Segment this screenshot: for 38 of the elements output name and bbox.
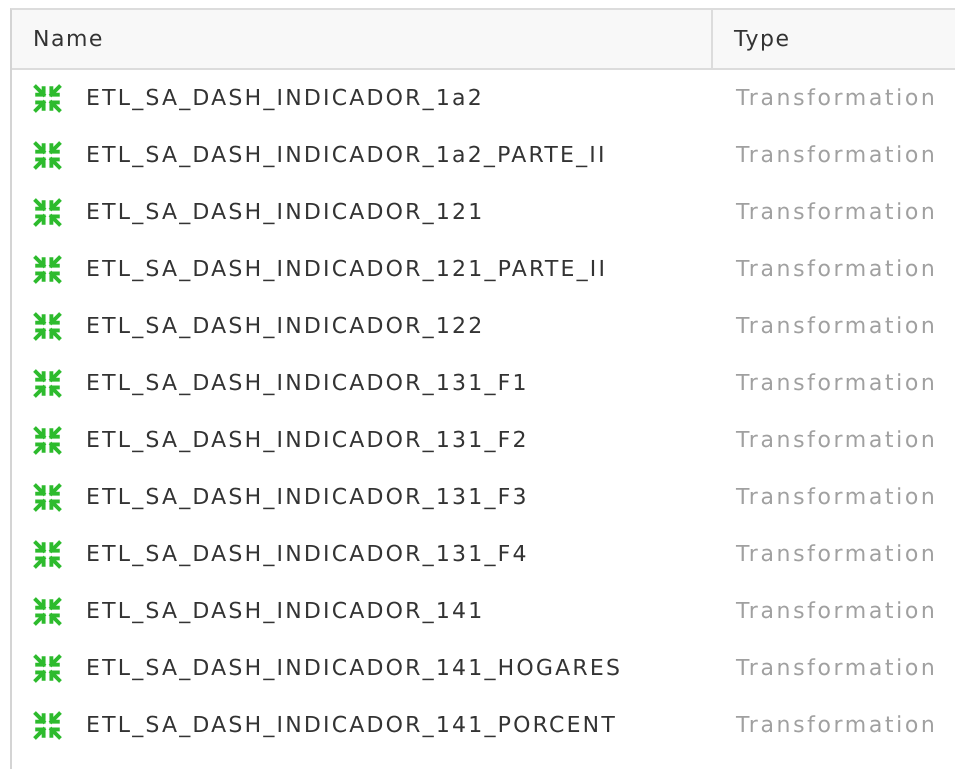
- file-name[interactable]: ETL_SA_DASH_INDICADOR_131_F3: [86, 485, 529, 510]
- file-type: Transformation: [735, 542, 938, 567]
- file-name[interactable]: ETL_SA_DASH_INDICADOR_141_HOGARES: [86, 656, 622, 681]
- file-type: Transformation: [735, 200, 938, 225]
- transformation-icon: [32, 254, 63, 285]
- file-name[interactable]: ETL_SA_DASH_INDICADOR_131_F4: [86, 542, 529, 567]
- column-header[interactable]: Type: [734, 26, 791, 52]
- column-header[interactable]: Name: [33, 26, 104, 52]
- file-type: Transformation: [735, 713, 938, 738]
- file-type: Transformation: [735, 371, 938, 396]
- transformation-icon: [32, 539, 63, 570]
- transformation-icon: [32, 653, 63, 684]
- transformation-icon: [32, 197, 63, 228]
- file-type: Transformation: [735, 428, 938, 453]
- file-name[interactable]: ETL_SA_DASH_INDICADOR_131_F2: [86, 428, 529, 453]
- transformation-icon: [32, 425, 63, 456]
- transformation-icon: [32, 368, 63, 399]
- transformation-icon: [32, 482, 63, 513]
- file-name[interactable]: ETL_SA_DASH_INDICADOR_121: [86, 200, 484, 225]
- file-name[interactable]: ETL_SA_DASH_INDICADOR_1a2: [86, 86, 484, 111]
- file-type: Transformation: [735, 656, 938, 681]
- file-type: Transformation: [735, 485, 938, 510]
- file-type: Transformation: [735, 143, 938, 168]
- file-name[interactable]: ETL_SA_DASH_INDICADOR_122: [86, 314, 484, 339]
- transformation-icon: [32, 596, 63, 627]
- transformation-icon: [32, 311, 63, 342]
- file-type: Transformation: [735, 257, 938, 282]
- file-type: Transformation: [735, 314, 938, 339]
- file-name[interactable]: ETL_SA_DASH_INDICADOR_131_F1: [86, 371, 529, 396]
- transformation-icon: [32, 710, 63, 741]
- transformation-icon: [32, 140, 63, 171]
- transformation-icon: [32, 83, 63, 114]
- file-name[interactable]: ETL_SA_DASH_INDICADOR_141: [86, 599, 484, 624]
- file-name[interactable]: ETL_SA_DASH_INDICADOR_141_PORCENT: [86, 713, 617, 738]
- file-type: Transformation: [735, 86, 938, 111]
- file-name[interactable]: ETL_SA_DASH_INDICADOR_121_PARTE_II: [86, 257, 608, 282]
- file-type: Transformation: [735, 599, 938, 624]
- file-name[interactable]: ETL_SA_DASH_INDICADOR_1a2_PARTE_II: [86, 143, 607, 168]
